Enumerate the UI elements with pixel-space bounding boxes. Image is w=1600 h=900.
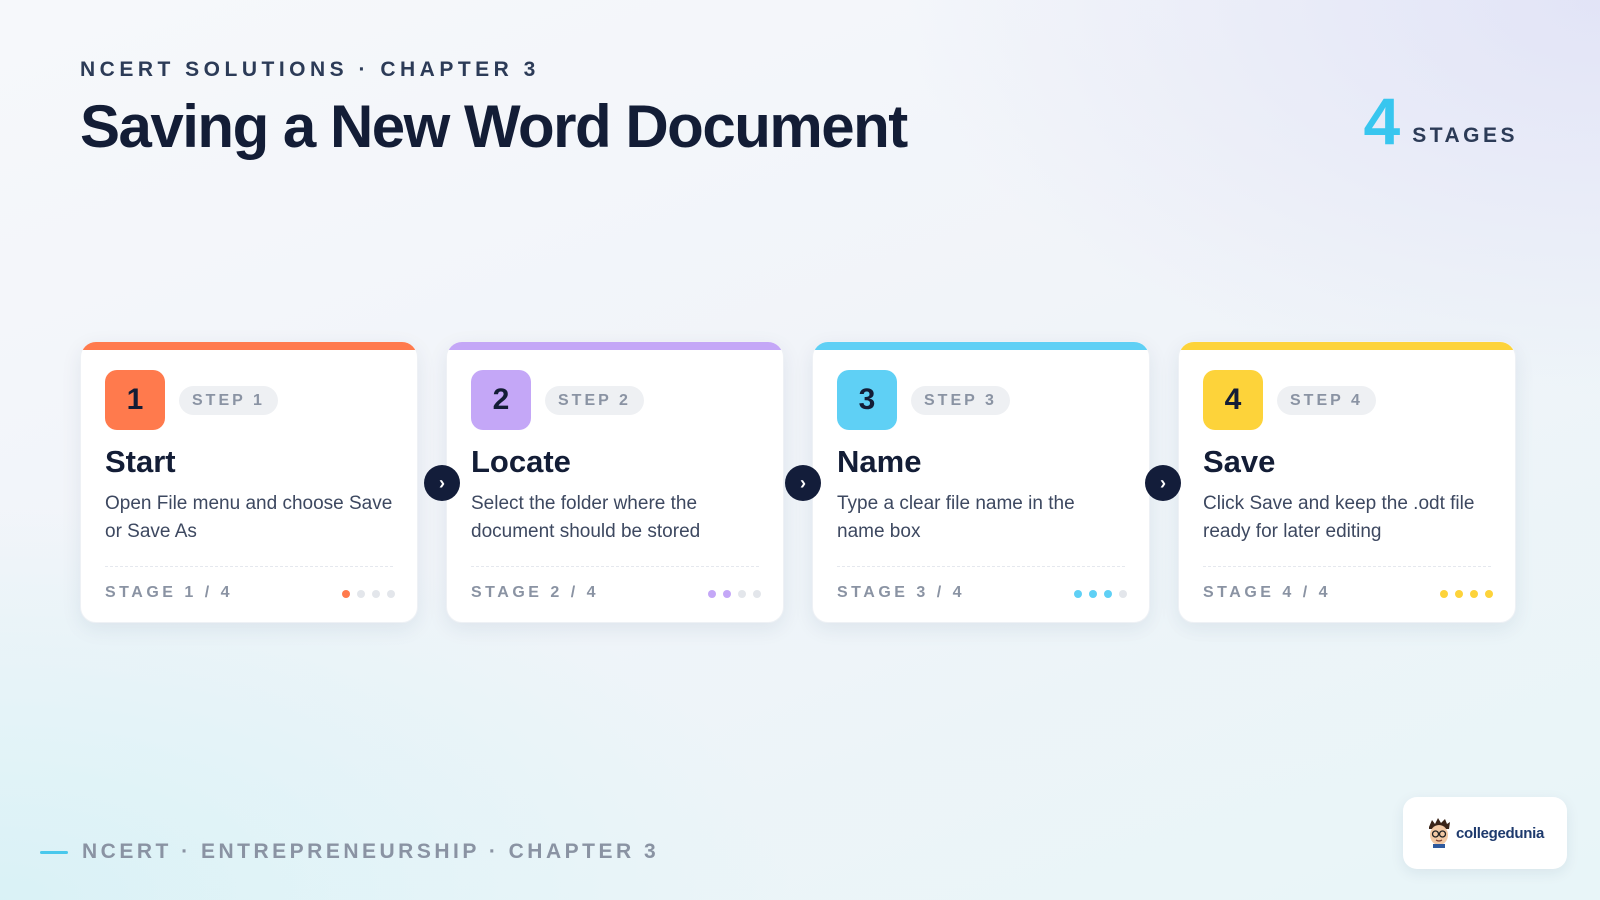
- background-tint: [900, 0, 1600, 400]
- footer-text: NCERT · ENTREPRENEURSHIP · CHAPTER 3: [82, 840, 660, 863]
- card-description: Click Save and keep the .odt file ready …: [1203, 493, 1475, 542]
- progress-dot: [357, 590, 365, 598]
- card-divider: [105, 566, 393, 567]
- mascot-icon: [1428, 818, 1450, 848]
- progress-dot: [342, 590, 350, 598]
- card-title: Save: [1203, 444, 1276, 479]
- chevron-right-icon: ›: [785, 465, 821, 501]
- card-accent-bar: [447, 342, 783, 350]
- eyebrow-text: NCERT SOLUTIONS · CHAPTER 3: [80, 58, 540, 81]
- stage-progress-label: STAGE 1 / 4: [105, 584, 234, 601]
- progress-dot: [753, 590, 761, 598]
- card-divider: [837, 566, 1125, 567]
- chevron-right-icon: ›: [1145, 465, 1181, 501]
- stage-progress-label: STAGE 3 / 4: [837, 584, 966, 601]
- progress-dot: [1074, 590, 1082, 598]
- card-title: Name: [837, 444, 922, 479]
- chevron-right-icon: ›: [424, 465, 460, 501]
- progress-dot: [1455, 590, 1463, 598]
- step-pill: STEP 2: [545, 386, 644, 415]
- step-number-badge: 2: [471, 370, 531, 430]
- card-description: Select the folder where the document sho…: [471, 493, 701, 542]
- card-description: Open File menu and choose Save or Save A…: [105, 493, 393, 542]
- card-divider: [1203, 566, 1491, 567]
- progress-dot: [738, 590, 746, 598]
- progress-dots: [1440, 590, 1493, 598]
- progress-dot: [708, 590, 716, 598]
- stage-count-number: 4: [1363, 84, 1401, 158]
- card-divider: [471, 566, 759, 567]
- progress-dots: [342, 590, 395, 598]
- progress-dots: [708, 590, 761, 598]
- progress-dot: [723, 590, 731, 598]
- step-number-badge: 1: [105, 370, 165, 430]
- card-accent-bar: [81, 342, 417, 350]
- step-card-1: 1 STEP 1 Start Open File menu and choose…: [80, 341, 418, 623]
- footer-accent-line: [40, 850, 68, 854]
- progress-dot: [387, 590, 395, 598]
- progress-dot: [372, 590, 380, 598]
- brand-logo-text: collegedunia: [1455, 824, 1545, 842]
- card-accent-bar: [813, 342, 1149, 350]
- progress-dots: [1074, 590, 1127, 598]
- card-title: Locate: [471, 444, 571, 479]
- step-pill: STEP 4: [1277, 386, 1376, 415]
- stage-progress-label: STAGE 4 / 4: [1203, 584, 1332, 601]
- progress-dot: [1104, 590, 1112, 598]
- stage-count: 4 STAGES: [1363, 88, 1518, 154]
- step-number-badge: 4: [1203, 370, 1263, 430]
- brand-logo: collegedunia: [1403, 797, 1567, 869]
- progress-dot: [1119, 590, 1127, 598]
- progress-dot: [1089, 590, 1097, 598]
- card-description: Type a clear file name in the name box: [837, 493, 1075, 542]
- footer: NCERT · ENTREPRENEURSHIP · CHAPTER 3: [40, 840, 659, 864]
- progress-dot: [1470, 590, 1478, 598]
- step-card-4: 4 STEP 4 Save Click Save and keep the .o…: [1178, 341, 1516, 623]
- stage-count-label: STAGES: [1412, 124, 1518, 147]
- step-pill: STEP 1: [179, 386, 278, 415]
- progress-dot: [1440, 590, 1448, 598]
- step-pill: STEP 3: [911, 386, 1010, 415]
- card-title: Start: [105, 444, 176, 479]
- page-title: Saving a New Word Document: [80, 93, 908, 160]
- step-card-2: 2 STEP 2 Locate Select the folder where …: [446, 341, 784, 623]
- step-card-3: 3 STEP 3 Name Type a clear file name in …: [812, 341, 1150, 623]
- progress-dot: [1485, 590, 1493, 598]
- step-number-badge: 3: [837, 370, 897, 430]
- card-accent-bar: [1179, 342, 1515, 350]
- stage-progress-label: STAGE 2 / 4: [471, 584, 600, 601]
